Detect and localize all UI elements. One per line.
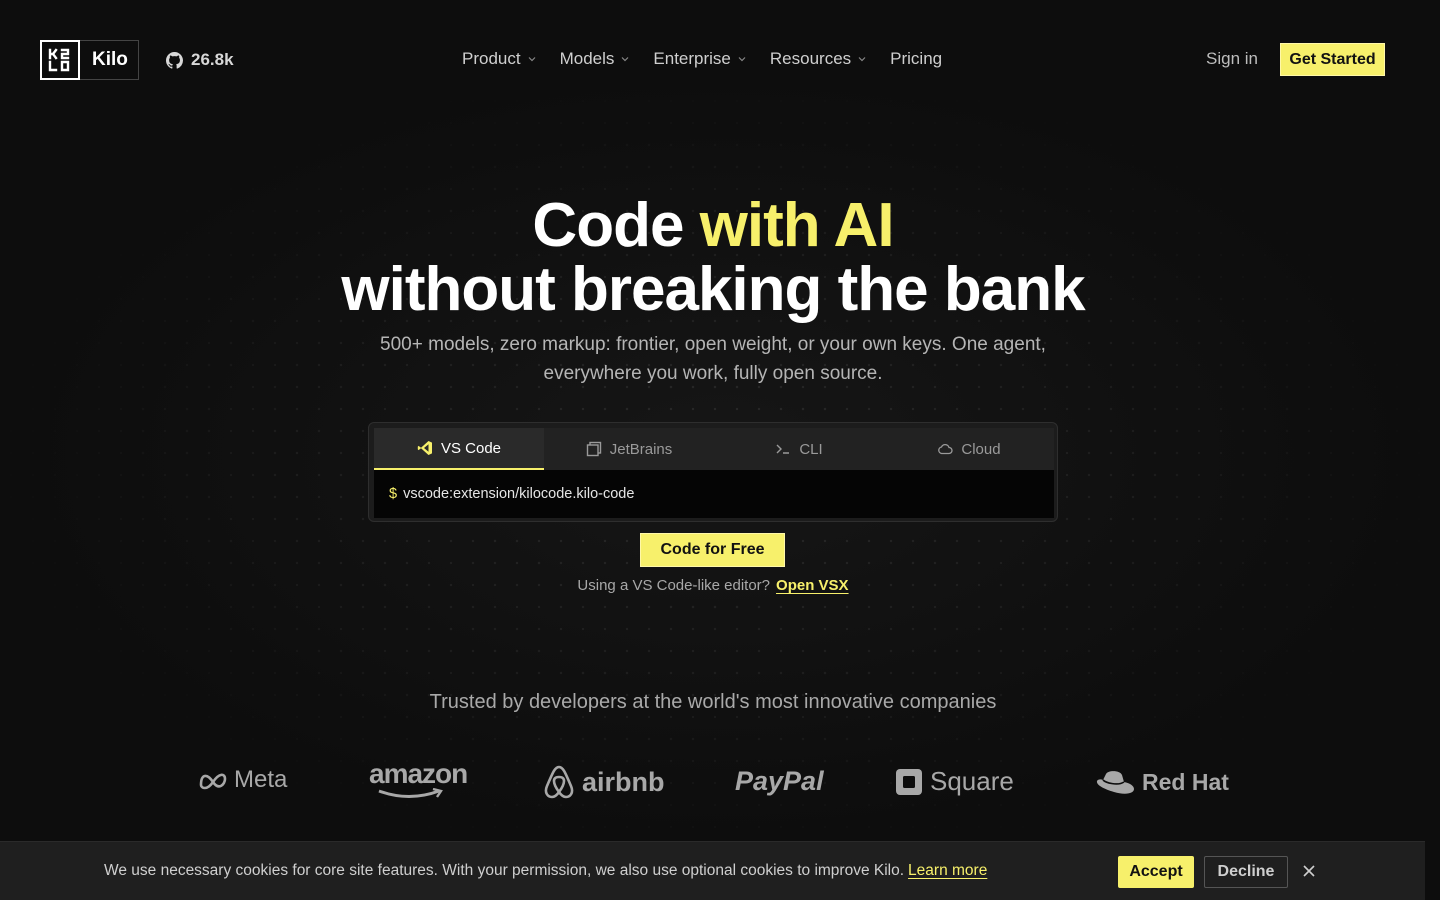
cookie-banner: We use necessary cookies for core site f… [0, 841, 1425, 900]
hero-title: Code with AI without breaking the bank [0, 194, 1426, 322]
airbnb-logo-text: airbnb [582, 766, 665, 797]
tab-vscode-label: VS Code [440, 439, 502, 457]
cloud-icon [938, 443, 953, 455]
menu-enterprise-label: Enterprise [653, 49, 731, 68]
github-stars-count: 26.8k [191, 50, 234, 69]
tab-vscode[interactable]: VS Code [374, 428, 544, 470]
code-for-free-button[interactable]: Code for Free [640, 533, 785, 567]
learn-more-link[interactable]: Learn more [908, 862, 987, 879]
tab-cloud[interactable]: Cloud [884, 428, 1054, 470]
menu-resources-label: Resources [769, 49, 852, 68]
vscode-icon [417, 441, 432, 455]
logo-link[interactable]: Kilo [40, 39, 139, 80]
accept-cookies-button[interactable]: Accept [1118, 856, 1194, 888]
chevron-down-icon [528, 57, 536, 62]
install-tabs: VS Code JetBrains CLI Cloud [374, 428, 1054, 470]
terminal-icon [776, 444, 790, 454]
tab-cli[interactable]: CLI [714, 428, 884, 470]
github-icon [166, 51, 183, 69]
menu-resources[interactable]: Resources [770, 49, 866, 69]
paypal-logo: PayPal [735, 766, 824, 797]
jetbrains-icon [586, 441, 601, 457]
kilo-logo-icon [40, 39, 80, 80]
logo-text: Kilo [92, 49, 128, 70]
top-nav: Kilo 26.8k Product Models Enterprise Res… [0, 0, 1440, 120]
prompt-symbol: $ [389, 486, 398, 502]
decline-cookies-button[interactable]: Decline [1204, 856, 1288, 888]
tab-cli-label: CLI [799, 440, 823, 458]
meta-logo: Meta [198, 766, 287, 794]
open-vsx-text: Using a VS Code-like editor? [577, 577, 771, 594]
meta-icon [199, 773, 227, 790]
hero-subtitle: 500+ models, zero markup: frontier, open… [380, 334, 1046, 384]
menu-product[interactable]: Product [462, 49, 536, 69]
chevron-down-icon [738, 57, 746, 62]
hero-title-accent: with AI [699, 191, 895, 260]
cookie-message-text: We use necessary cookies for core site f… [104, 862, 905, 879]
redhat-icon [1096, 771, 1134, 794]
install-panel: VS Code JetBrains CLI Cloud $ vscode:ext… [368, 422, 1058, 522]
company-logos: Meta amazon airbnb PayPal Square Red Hat [0, 760, 1440, 810]
main-menu: Product Models Enterprise Resources Pric… [462, 49, 966, 69]
amazon-logo: amazon [369, 758, 468, 800]
sign-in-link[interactable]: Sign in [1206, 49, 1258, 69]
menu-enterprise[interactable]: Enterprise [653, 49, 746, 69]
hero-title-plain: Code [532, 191, 700, 260]
install-command-text: vscode:extension/kilocode.kilo-code [403, 486, 635, 502]
trusted-heading: Trusted by developers at the world's mos… [429, 691, 997, 713]
open-vsx-link[interactable]: Open VSX [776, 577, 849, 594]
chevron-down-icon [621, 57, 629, 62]
chevron-down-icon [858, 57, 866, 62]
install-command[interactable]: $ vscode:extension/kilocode.kilo-code [374, 470, 1054, 518]
square-icon [896, 768, 922, 795]
tab-cloud-label: Cloud [961, 440, 1001, 458]
tab-jetbrains[interactable]: JetBrains [544, 428, 714, 470]
paypal-logo-text: PayPal [735, 766, 824, 796]
amazon-logo-text: amazon [369, 758, 468, 789]
cookie-message: We use necessary cookies for core site f… [104, 862, 987, 880]
menu-pricing-label: Pricing [890, 49, 943, 68]
redhat-logo-text: Red Hat [1142, 768, 1229, 795]
menu-models[interactable]: Models [560, 49, 630, 69]
tab-jetbrains-label: JetBrains [609, 440, 673, 458]
github-stars-link[interactable]: 26.8k [166, 50, 234, 70]
hero-title-line2: without breaking the bank [341, 255, 1085, 324]
menu-models-label: Models [559, 49, 615, 68]
airbnb-logo: airbnb [542, 764, 665, 800]
airbnb-icon [544, 765, 574, 799]
square-logo-text: Square [930, 766, 1014, 796]
menu-pricing[interactable]: Pricing [890, 49, 942, 69]
open-vsx-row: Using a VS Code-like editor? Open VSX [0, 577, 1426, 594]
amazon-smile-icon [378, 788, 443, 798]
square-logo: Square [894, 766, 1014, 797]
redhat-logo: Red Hat [1094, 766, 1229, 798]
menu-product-label: Product [462, 49, 521, 68]
meta-logo-text: Meta [234, 766, 288, 793]
close-icon[interactable] [1302, 864, 1316, 878]
get-started-button[interactable]: Get Started [1280, 43, 1385, 76]
